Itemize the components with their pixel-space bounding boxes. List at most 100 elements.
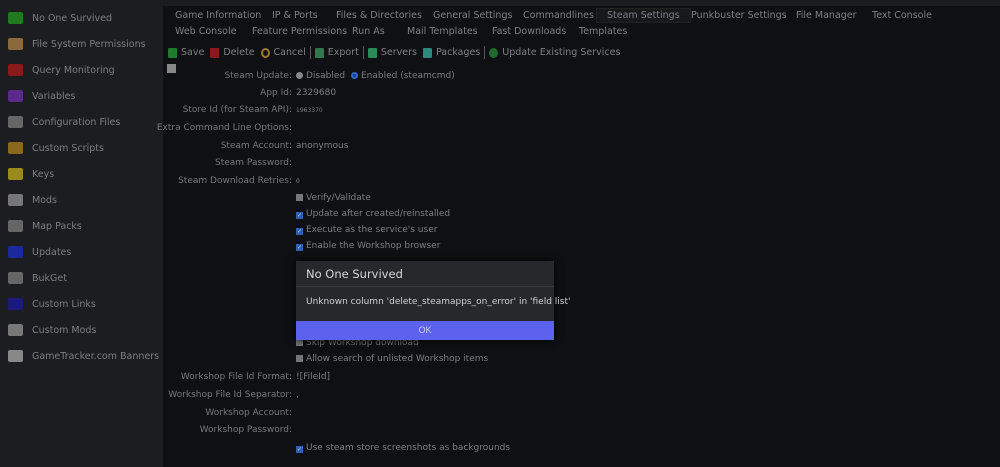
app-id-input[interactable]: 2329680 <box>296 88 336 98</box>
tab[interactable]: Run As <box>352 26 385 37</box>
enabled-radio[interactable]: Enabled (steamcmd) <box>350 71 455 81</box>
tab[interactable]: IP & Ports <box>272 10 318 21</box>
sidebar-item[interactable]: No One Survived <box>8 10 112 26</box>
bg-screenshots-checkbox[interactable]: ✓ Use steam store screenshots as backgrou… <box>296 443 510 453</box>
sidebar-item[interactable]: Custom Mods <box>8 322 96 338</box>
sidebar-item[interactable]: Configuration Files <box>8 114 120 130</box>
sidebar-item-label: Updates <box>32 246 72 258</box>
sidebar-item-label: Variables <box>32 90 76 102</box>
delete-button[interactable]: Delete <box>210 47 255 58</box>
cancel-button[interactable]: Cancel <box>260 47 306 58</box>
tab[interactable]: General Settings <box>433 10 512 21</box>
tab[interactable]: Game Information <box>175 10 261 21</box>
tab[interactable]: Punkbuster Settings <box>691 10 787 21</box>
export-button[interactable]: Export <box>314 47 359 58</box>
sidebar-item[interactable]: BukGet <box>8 270 67 286</box>
save-icon <box>168 47 177 58</box>
ws-separator-input[interactable]: , <box>296 390 299 400</box>
servers-button[interactable]: Servers <box>367 47 417 58</box>
disabled-radio[interactable]: Disabled <box>296 71 345 81</box>
sidebar-item[interactable]: Variables <box>8 88 75 104</box>
store-id-input[interactable]: 1963370 <box>296 107 323 114</box>
tab[interactable]: Mail Templates <box>407 26 478 37</box>
tab[interactable]: File Manager <box>796 10 857 21</box>
sidebar-item-label: Configuration Files <box>32 116 121 128</box>
ok-button[interactable]: OK <box>296 321 554 340</box>
tab[interactable]: Text Console <box>872 10 932 21</box>
ws-account-input[interactable] <box>296 408 426 420</box>
option-checkbox[interactable]: ✓ Update after created/reinstalled <box>296 209 450 219</box>
sidebar-item[interactable]: Map Packs <box>8 218 82 234</box>
retries-input[interactable]: 0 <box>296 178 300 185</box>
upload-icon <box>314 47 324 58</box>
steam-password-input[interactable] <box>296 158 426 170</box>
book-icon <box>8 220 23 232</box>
ws-format-input[interactable]: ![FileId] <box>296 372 330 382</box>
option-checkbox[interactable]: ✓ Execute as the service's user <box>296 225 437 235</box>
update-services-button[interactable]: Update Existing Services <box>489 47 620 58</box>
error-dialog: No One Survived Unknown column 'delete_s… <box>296 261 571 340</box>
ban-icon <box>260 47 270 58</box>
sidebar-item-label: Map Packs <box>32 220 82 232</box>
tab[interactable]: Commandlines <box>523 10 594 21</box>
ws-password-input[interactable] <box>296 425 426 437</box>
refresh-icon <box>489 47 499 58</box>
server-icon <box>8 12 23 24</box>
ws-format-label: Workshop File Id Format: <box>180 372 292 382</box>
sidebar-item-label: GameTracker.com Banners <box>32 350 160 362</box>
cancel-label: Cancel <box>273 47 306 58</box>
tab[interactable]: Templates <box>579 26 627 37</box>
option-label: Allow search of unlisted Workshop items <box>306 354 489 364</box>
sidebar-item-label: File System Permissions <box>32 38 146 50</box>
app-id-label: App Id: <box>260 88 292 98</box>
packages-button[interactable]: Packages <box>422 47 480 58</box>
option-label: Verify/Validate <box>306 193 371 203</box>
tab[interactable]: Files & Directories <box>336 10 422 21</box>
save-button[interactable]: Save <box>168 47 204 58</box>
sidebar-item-label: Custom Scripts <box>32 142 104 154</box>
update-label: Update Existing Services <box>502 47 621 58</box>
steam-account-input[interactable]: anonymous <box>296 141 348 151</box>
sidebar-item[interactable]: Query Monitoring <box>8 62 115 78</box>
tab[interactable]: Feature Permissions <box>252 26 347 37</box>
steam-account-label: Steam Account: <box>220 141 292 151</box>
steam-update-row: Steam Update: Disabled Enabled (steamcmd… <box>163 71 763 85</box>
trash-icon <box>210 47 220 58</box>
option-checkbox[interactable]: Allow search of unlisted Workshop items <box>296 354 488 364</box>
divider <box>484 46 486 59</box>
sidebar-item-label: BukGet <box>32 272 67 284</box>
tab[interactable]: Fast Downloads <box>492 26 566 37</box>
folder-icon <box>8 38 23 50</box>
option-checkbox[interactable]: ✓ Enable the Workshop browser <box>296 241 440 251</box>
sidebar-item[interactable]: GameTracker.com Banners <box>8 348 159 364</box>
shuffle-icon <box>8 90 23 102</box>
dialog-message: Unknown column 'delete_steamapps_on_erro… <box>306 297 571 307</box>
sidebar-item-label: No One Survived <box>32 12 113 24</box>
servers-label: Servers <box>380 47 417 58</box>
dialog-title: No One Survived <box>296 261 554 287</box>
tab[interactable]: Web Console <box>175 26 236 37</box>
sidebar-item-label: Keys <box>32 168 55 180</box>
divider <box>362 46 364 59</box>
sidebar-item[interactable]: Keys <box>8 166 54 182</box>
sidebar-item[interactable]: Updates <box>8 244 71 260</box>
main-panel: Game Information IP & Ports Files & Direct… <box>157 6 1000 467</box>
sidebar-item[interactable]: Mods <box>8 192 57 208</box>
option-label: Execute as the service's user <box>306 225 438 235</box>
save-label: Save <box>181 47 205 58</box>
sidebar-item[interactable]: File System Permissions <box>8 36 146 52</box>
option-checkbox[interactable]: Verify/Validate <box>296 193 371 203</box>
enabled-label: Enabled (steamcmd) <box>360 71 455 81</box>
hammer-icon <box>8 324 23 336</box>
toolbar: Save Delete Cancel Export Servers Packag… <box>168 46 626 59</box>
ws-password-label: Workshop Password: <box>199 425 292 435</box>
heart-icon <box>8 64 23 76</box>
sidebar-item[interactable]: Custom Scripts <box>8 140 104 156</box>
sidebar-item[interactable]: Custom Links <box>8 296 96 312</box>
sidebar-item-label: Custom Mods <box>32 324 97 336</box>
export-label: Export <box>327 47 359 58</box>
option-label: Enable the Workshop browser <box>306 241 441 251</box>
ws-account-label: Workshop Account: <box>205 408 292 418</box>
tab[interactable]: Steam Settings <box>596 8 691 23</box>
bg-screenshots-label: Use steam store screenshots as backgroun… <box>306 443 511 453</box>
